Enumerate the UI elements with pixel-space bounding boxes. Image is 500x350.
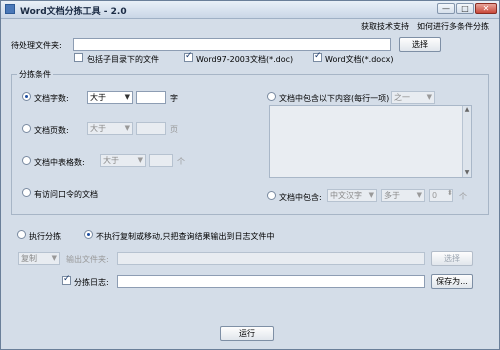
textarea-scrollbar[interactable]: ▲ ▼ xyxy=(462,106,471,177)
page-count-label: 文档页数: xyxy=(34,126,69,135)
char-count-radio[interactable] xyxy=(22,92,31,101)
char-count-operator-select[interactable]: 大于 ▼ xyxy=(87,91,133,104)
main-window: Word文档分拣工具 - 2.0 — □ ✕ 获取技术支持 如何进行多条件分拣 … xyxy=(0,0,500,350)
page-count-input[interactable] xyxy=(136,122,166,135)
char-count-unit: 字 xyxy=(170,94,178,103)
close-button[interactable]: ✕ xyxy=(475,3,497,14)
chevron-down-icon: ▼ xyxy=(368,191,374,199)
source-folder-label: 待处理文件夹: xyxy=(11,41,62,50)
password-doc-label: 有访问口令的文档 xyxy=(34,190,98,199)
source-folder-input[interactable] xyxy=(73,38,391,51)
doc-format-label: Word97-2003文档(*.doc) xyxy=(196,55,294,64)
table-count-input[interactable] xyxy=(149,154,173,167)
title-bar[interactable]: Word文档分拣工具 - 2.0 — □ ✕ xyxy=(1,1,499,19)
log-only-label: 不执行复制或移动,只把查询结果输出到日志文件中 xyxy=(96,232,275,241)
copy-mode-select[interactable]: 复制 ▼ xyxy=(18,252,60,265)
password-doc-radio[interactable] xyxy=(22,188,31,197)
page-count-radio[interactable] xyxy=(22,124,31,133)
support-link[interactable]: 获取技术支持 xyxy=(361,21,409,32)
table-count-label: 文档中表格数: xyxy=(34,158,85,167)
window-title: Word文档分拣工具 - 2.0 xyxy=(20,7,127,17)
contains-any-radio[interactable] xyxy=(267,92,276,101)
spinner-icon[interactable]: ⬍ xyxy=(447,189,453,197)
include-subfolders-checkbox[interactable] xyxy=(74,53,83,62)
page-count-operator-select[interactable]: 大于 ▼ xyxy=(87,122,133,135)
table-count-unit: 个 xyxy=(177,157,185,166)
char-type-select[interactable]: 中文汉字 ▼ xyxy=(327,189,377,202)
log-path-input[interactable] xyxy=(117,275,425,288)
page-count-unit: 页 xyxy=(170,125,178,134)
maximize-button[interactable]: □ xyxy=(456,3,474,14)
chevron-down-icon: ▼ xyxy=(426,93,432,101)
chevron-down-icon: ▼ xyxy=(51,254,57,262)
contains-count-operator-select[interactable]: 多于 ▼ xyxy=(381,189,425,202)
conditions-group-title: 分拣条件 xyxy=(17,69,53,80)
char-count-input[interactable] xyxy=(136,91,166,104)
scroll-up-icon[interactable]: ▲ xyxy=(463,106,471,114)
docx-format-checkbox[interactable] xyxy=(313,51,322,62)
contains-any-mode-select[interactable]: 之一 ▼ xyxy=(391,91,435,104)
table-count-operator-select[interactable]: 大于 ▼ xyxy=(100,154,146,167)
chevron-down-icon: ▼ xyxy=(137,156,143,164)
run-button[interactable]: 运行 xyxy=(220,326,274,341)
include-subfolders-label: 包括子目录下的文件 xyxy=(87,55,159,64)
output-browse-button[interactable]: 选择 xyxy=(431,251,473,266)
scroll-down-icon[interactable]: ▼ xyxy=(463,169,471,177)
log-only-radio[interactable] xyxy=(84,230,93,239)
contains-count-radio[interactable] xyxy=(267,191,276,200)
chevron-down-icon: ▼ xyxy=(124,93,130,101)
execute-sort-label: 执行分拣 xyxy=(29,232,61,241)
contains-count-unit: 个 xyxy=(459,192,467,201)
log-checkbox[interactable] xyxy=(62,274,71,285)
output-folder-label: 输出文件夹: xyxy=(66,255,109,264)
chevron-down-icon: ▼ xyxy=(124,124,130,132)
output-folder-input[interactable] xyxy=(117,252,425,265)
source-browse-button[interactable]: 选择 xyxy=(399,37,441,52)
execute-sort-radio[interactable] xyxy=(17,230,26,239)
chevron-down-icon: ▼ xyxy=(416,191,422,199)
docx-format-label: Word文档(*.docx) xyxy=(325,55,394,64)
app-icon xyxy=(5,4,15,14)
contains-any-label: 文档中包含以下内容(每行一项) xyxy=(279,94,390,103)
contains-any-textarea[interactable]: ▲ ▼ xyxy=(269,105,472,178)
table-count-radio[interactable] xyxy=(22,156,31,165)
log-label: 分拣日志: xyxy=(74,278,109,287)
contains-count-label: 文档中包含: xyxy=(279,193,322,202)
char-count-label: 文档字数: xyxy=(34,94,69,103)
save-as-button[interactable]: 保存为... xyxy=(431,274,473,289)
doc-format-checkbox[interactable] xyxy=(184,51,193,62)
multi-condition-help-link[interactable]: 如何进行多条件分拣 xyxy=(417,21,489,32)
minimize-button[interactable]: — xyxy=(437,3,455,14)
